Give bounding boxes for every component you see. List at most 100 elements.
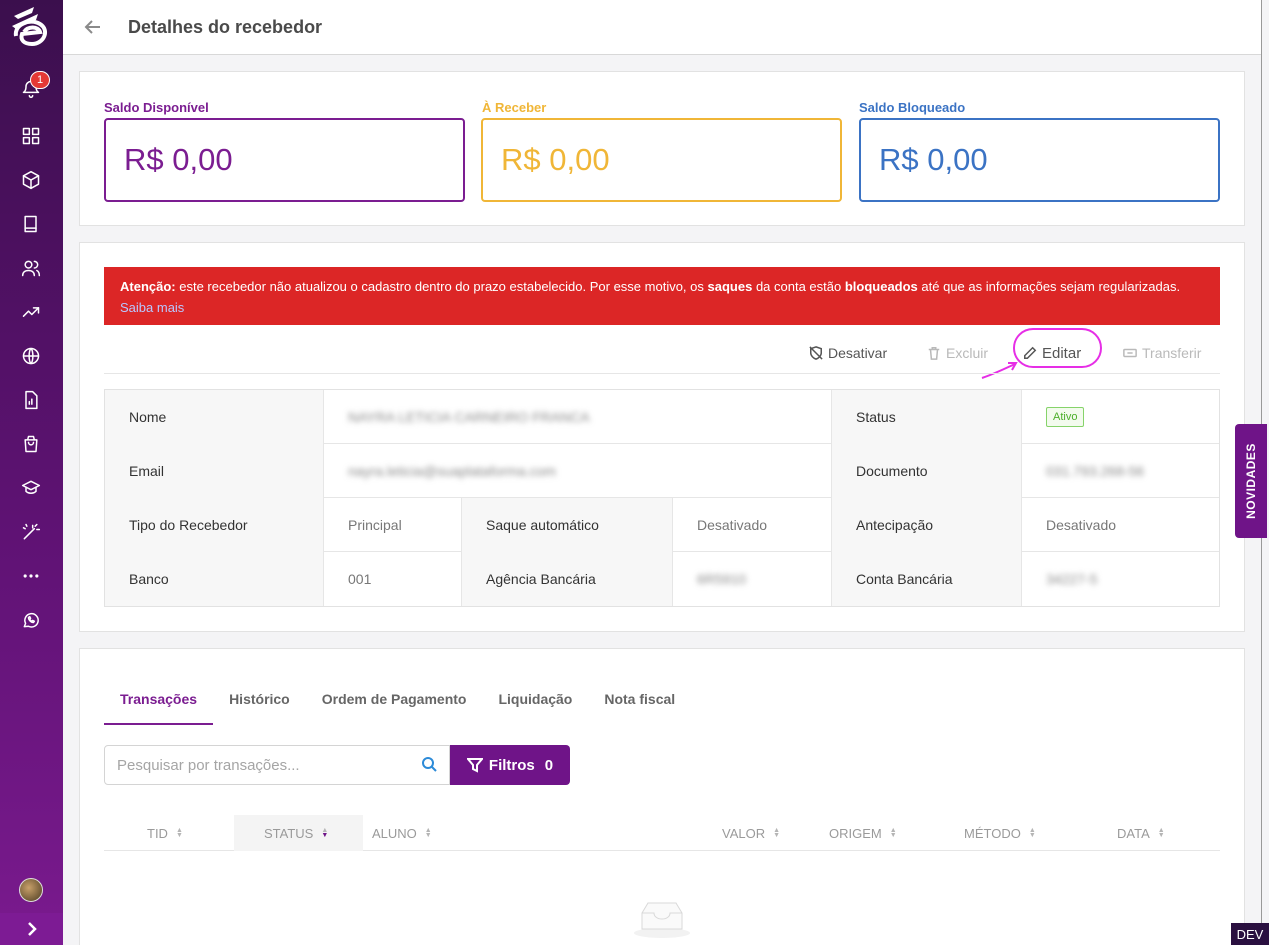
cube-icon[interactable] [19, 168, 43, 192]
transfer-button[interactable]: Transferir [1123, 333, 1201, 373]
column-status[interactable]: STATUS ▲ ▼ [234, 815, 363, 851]
sort-icon: ▲ ▼ [1157, 827, 1165, 839]
news-button[interactable]: NOVIDADES [1235, 424, 1267, 538]
alert-text: até que as informações sejam regularizad… [917, 279, 1181, 294]
divider [104, 373, 1220, 374]
receiver-type-label: Tipo do Recebedor [105, 498, 323, 552]
agency-label: Agência Bancária [461, 552, 672, 606]
table-row: Banco 001 Agência Bancária 6R5910 Conta … [105, 552, 1219, 606]
anticipation-value: Desativado [1021, 498, 1219, 552]
column-label: ALUNO [372, 825, 417, 841]
column-label: DATA [1117, 825, 1150, 841]
bank-label: Banco [105, 552, 323, 606]
balance-card: Saldo Disponível R$ 0,00 À Receber R$ 0,… [79, 71, 1245, 226]
shield-off-icon [809, 346, 823, 360]
auto-withdraw-value: Desativado [672, 498, 831, 552]
filters-label: Filtros [488, 756, 535, 774]
email-label: Email [105, 444, 323, 498]
report-icon[interactable] [19, 388, 43, 412]
table-row: Nome NAYRA LETICIA CARNEIRO FRANCA Statu… [105, 390, 1219, 444]
account-label: Conta Bancária [831, 552, 1021, 606]
trash-icon [928, 347, 940, 360]
tab-invoice[interactable]: Nota fiscal [588, 681, 691, 725]
sort-icon: ▲ ▼ [424, 827, 432, 839]
search-icon[interactable] [421, 756, 437, 772]
arrow-annotation-icon [981, 362, 1018, 379]
tab-transactions[interactable]: Transações [104, 681, 214, 725]
column-label: VALOR [722, 825, 766, 841]
learn-more-link[interactable]: Saiba mais [120, 300, 184, 315]
filters-button[interactable]: Filtros 0 [450, 745, 570, 785]
column-label: STATUS [264, 825, 314, 841]
search-input[interactable]: Pesquisar por transações... [104, 745, 450, 785]
empty-inbox-icon [634, 902, 690, 938]
available-balance-value: R$ 0,00 [104, 118, 465, 202]
column-date[interactable]: DATA ▲ ▼ [1117, 815, 1165, 851]
receivable-balance-label: À Receber [482, 100, 547, 115]
graduation-cap-icon[interactable] [19, 476, 43, 500]
sort-icon: ▲ ▼ [773, 827, 781, 839]
blocked-balance-value: R$ 0,00 [859, 118, 1220, 202]
transactions-card: Transações Histórico Ordem de Pagamento … [79, 648, 1245, 945]
back-arrow-icon[interactable] [83, 17, 103, 37]
receiver-info-card: Atenção: este recebedor não atualizou o … [79, 242, 1245, 632]
receiver-type-value: Principal [323, 498, 461, 552]
auto-withdraw-label: Saque automático [461, 498, 672, 552]
page-title: Detalhes do recebedor [128, 16, 323, 37]
table-row: Email nayra.leticia@suaplataforma.com Do… [105, 444, 1219, 498]
chevron-right-icon [27, 922, 37, 936]
shopping-bag-icon[interactable] [19, 432, 43, 456]
email-value: nayra.leticia@suaplataforma.com [348, 463, 556, 479]
document-label: Documento [831, 444, 1021, 498]
document-value: 031.793.268-56 [1046, 463, 1145, 479]
globe-icon[interactable] [19, 344, 43, 368]
delete-label: Excluir [946, 345, 989, 361]
column-tid[interactable]: TID ▲ ▼ [147, 815, 183, 851]
column-origin[interactable]: ORIGEM ▲ ▼ [829, 815, 897, 851]
alert-text: este recebedor não atualizou o cadastro … [175, 279, 708, 294]
edit-highlight-annotation [1013, 328, 1102, 368]
column-label: MÉTODO [964, 825, 1021, 841]
tab-bar: Transações Histórico Ordem de Pagamento … [104, 681, 691, 725]
expand-sidebar-button[interactable] [0, 913, 63, 945]
dashboard-icon[interactable] [19, 124, 43, 148]
alert-text: da conta estão [752, 279, 845, 294]
tab-settlement[interactable]: Liquidação [482, 681, 588, 725]
sort-icon: ▲ ▼ [175, 827, 183, 839]
alert-bold-bloqueados: bloqueados [844, 279, 918, 294]
sort-icon: ▲ ▼ [321, 827, 329, 839]
news-label: NOVIDADES [1244, 443, 1258, 519]
column-value[interactable]: VALOR ▲ ▼ [722, 815, 780, 851]
tab-payment-order[interactable]: Ordem de Pagamento [306, 681, 483, 725]
notification-badge: 1 [30, 71, 50, 89]
trending-up-icon[interactable] [19, 300, 43, 324]
whatsapp-icon[interactable] [19, 608, 43, 632]
brand-logo[interactable] [10, 4, 54, 48]
alert-prefix: Atenção: [120, 279, 176, 294]
available-balance-label: Saldo Disponível [104, 100, 209, 115]
sort-icon: ▲ ▼ [1028, 827, 1036, 839]
deactivate-button[interactable]: Desativar [809, 333, 887, 373]
receivable-balance-value: R$ 0,00 [481, 118, 842, 202]
users-icon[interactable] [19, 256, 43, 280]
delete-button[interactable]: Excluir [927, 333, 988, 373]
column-label: TID [147, 825, 168, 841]
blocked-balance-label: Saldo Bloqueado [859, 100, 966, 115]
transfer-label: Transferir [1142, 345, 1202, 361]
warning-alert: Atenção: este recebedor não atualizou o … [104, 267, 1220, 325]
magic-wand-icon[interactable] [19, 520, 43, 544]
column-student[interactable]: ALUNO ▲ ▼ [372, 815, 432, 851]
agency-value: 6R5910 [697, 571, 747, 587]
name-label: Nome [105, 390, 323, 444]
sidebar: 1 [0, 0, 63, 945]
deactivate-label: Desativar [828, 345, 888, 361]
avatar[interactable] [19, 878, 43, 902]
column-method[interactable]: MÉTODO ▲ ▼ [964, 815, 1036, 851]
filters-count: 0 [544, 756, 554, 774]
environment-badge: DEV [1231, 923, 1269, 945]
more-icon[interactable] [19, 564, 43, 588]
tab-history[interactable]: Histórico [213, 681, 306, 725]
column-label: ORIGEM [829, 825, 882, 841]
book-icon[interactable] [19, 212, 43, 236]
page-header: Detalhes do recebedor [63, 0, 1261, 55]
